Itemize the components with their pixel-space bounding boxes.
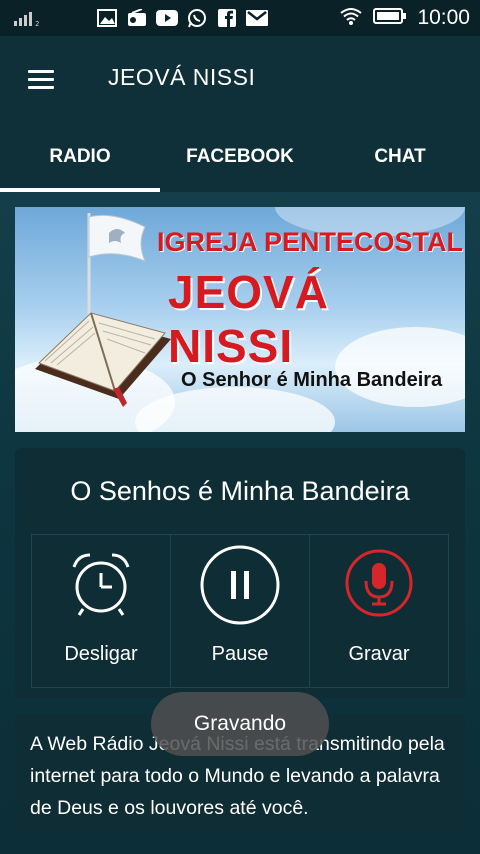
tab-facebook[interactable]: FACEBOOK [160, 120, 320, 192]
bible-icon [35, 312, 171, 407]
gravar-button[interactable]: Gravar [309, 535, 449, 687]
player-controls: Desligar Pause Gravar [31, 534, 449, 688]
gmail-icon [246, 7, 268, 29]
desligar-label: Desligar [64, 643, 138, 665]
hamburger-icon[interactable] [28, 70, 54, 89]
app-toolbar: JEOVÁ NISSI [0, 36, 480, 120]
banner-line-2: JEOVÁ NISSI [168, 266, 329, 372]
tab-chat[interactable]: CHAT [320, 120, 480, 192]
pause-icon [198, 545, 282, 631]
toast-message: Gravando [151, 692, 329, 756]
wifi-icon [339, 7, 363, 29]
battery-icon [373, 7, 407, 29]
svg-text:2: 2 [35, 20, 39, 26]
youtube-icon [156, 7, 178, 29]
radio-icon [126, 7, 148, 29]
app-title: JEOVÁ NISSI [108, 64, 256, 90]
alarm-clock-icon [66, 549, 136, 623]
pause-button[interactable]: Pause [170, 535, 309, 687]
whatsapp-icon [186, 7, 208, 29]
banner-line-3: O Senhor é Minha Bandeira [181, 369, 443, 391]
tab-radio[interactable]: RADIO [0, 120, 160, 192]
gravar-label: Gravar [348, 643, 410, 665]
status-clock: 10:00 [417, 6, 470, 29]
tab-bar: RADIO FACEBOOK CHAT [0, 120, 480, 192]
pause-label: Pause [211, 643, 269, 665]
notification-icons [96, 7, 268, 29]
signal-icon: 2 [14, 10, 40, 30]
microphone-icon [343, 549, 415, 623]
facebook-icon [216, 7, 238, 29]
desligar-button[interactable]: Desligar [31, 535, 170, 687]
player-title: O Senhos é Minha Bandeira [70, 476, 410, 506]
status-bar: 2 10:00 [0, 0, 480, 36]
player-card: O Senhos é Minha Bandeira Desligar Pause… [15, 448, 465, 698]
banner-line-1: IGREJA PENTECOSTAL [157, 227, 464, 257]
gallery-icon [96, 7, 118, 29]
church-banner: IGREJA PENTECOSTAL JEOVÁ NISSI O Senhor … [15, 207, 465, 432]
